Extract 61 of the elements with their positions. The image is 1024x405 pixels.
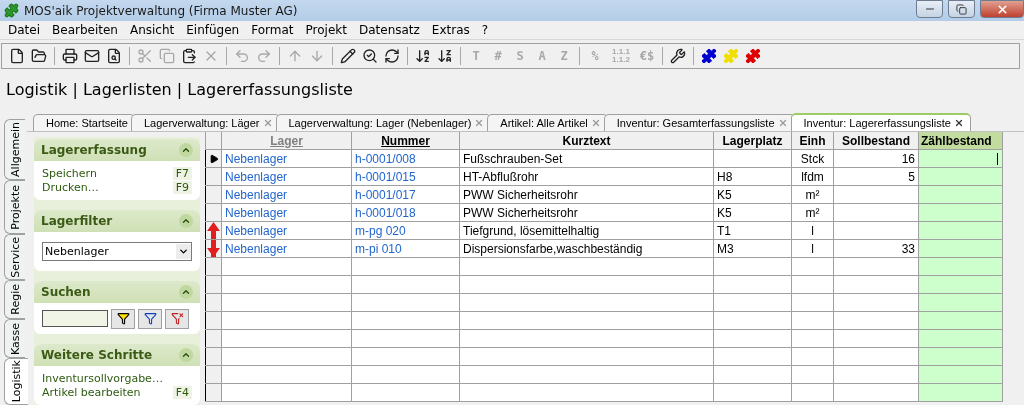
tab-label: Inventur: Lagererfassungsliste — [803, 117, 951, 129]
side-tab[interactable]: Logistik — [4, 358, 28, 405]
action-link[interactable]: Inventursollvorgabe… — [42, 372, 163, 386]
close-icon — [995, 2, 1009, 16]
menu-item[interactable]: Extras — [425, 23, 476, 37]
collapse-icon[interactable] — [179, 284, 193, 299]
filter-list-button[interactable] — [138, 308, 162, 329]
clear-filter-button[interactable] — [165, 308, 189, 329]
shortcut-key: F7 — [172, 167, 192, 180]
menu-item[interactable]: Datei — [2, 23, 46, 37]
collapse-icon[interactable] — [179, 213, 193, 228]
section-title: Lagererfassung — [41, 143, 147, 157]
filter-button[interactable] — [111, 308, 135, 329]
action-link[interactable]: Speichern — [42, 167, 97, 180]
column-header[interactable]: Einh — [791, 132, 834, 150]
side-tab[interactable]: Service — [4, 234, 25, 281]
clear-filter-icon — [170, 312, 184, 325]
column-header[interactable]: Nummer — [351, 132, 460, 150]
menu-item[interactable]: ? — [475, 23, 495, 37]
page-heading: Logistik | Lagerlisten | Lagererfassungsliste — [5, 79, 354, 101]
menu-item[interactable]: Datensatz — [352, 23, 426, 37]
column-header[interactable]: Zählbestand — [918, 132, 1003, 150]
funnel-icon — [116, 312, 130, 325]
close-icon[interactable] — [953, 118, 964, 128]
search-field[interactable] — [42, 310, 108, 327]
section-title: Lagerfilter — [41, 213, 113, 228]
app-icon — [4, 3, 19, 18]
column-header[interactable]: Kurztext — [459, 132, 714, 150]
window-title: MOS'aik Projektverwaltung (Firma Muster AG) — [24, 3, 299, 18]
section-title: Suchen — [41, 284, 91, 299]
column-header[interactable]: Lagerplatz — [713, 132, 792, 150]
menu-item[interactable]: Projekt — [299, 23, 353, 37]
tab-label: Lagerverwaltung: Lager (Nebenlager) — [288, 117, 472, 129]
minimize-button[interactable] — [916, 0, 943, 18]
side-tab[interactable]: Allgemein — [4, 119, 25, 181]
collapse-icon[interactable] — [179, 348, 193, 363]
tab-label: Lagerverwaltung: Läger — [143, 117, 260, 129]
action-link[interactable]: Artikel bearbeiten — [42, 386, 141, 400]
tab-label: Artikel: Alle Artikel — [500, 117, 588, 129]
tab-label: Home: Startseite — [46, 117, 128, 129]
filter-dropdown[interactable]: Nebenlager — [42, 241, 192, 261]
shortcut-key: F4 — [172, 386, 192, 400]
shortcut-key: F9 — [172, 181, 192, 194]
close-button[interactable] — [980, 0, 1024, 18]
column-header[interactable]: Sollbestand — [833, 132, 919, 150]
restore-icon — [956, 3, 967, 15]
menu-item[interactable]: Ansicht — [123, 23, 181, 37]
menu-item[interactable]: Bearbeiten — [46, 23, 124, 37]
column-header[interactable]: Lager — [221, 132, 352, 150]
collapse-icon[interactable] — [179, 143, 193, 157]
side-tab[interactable]: Regie — [4, 280, 25, 320]
section-title: Weitere Schritte — [41, 348, 153, 363]
document-tab[interactable]: Inventur: Lagererfassungsliste — [790, 113, 971, 131]
menu-item[interactable]: Einfügen — [180, 23, 246, 37]
side-tab[interactable]: Projekte — [4, 180, 25, 235]
action-link[interactable]: Drucken… — [42, 181, 99, 194]
menu-item[interactable]: Format — [245, 23, 300, 37]
funnel-icon — [143, 312, 157, 325]
tab-label: Inventur: Gesamterfassungsliste — [616, 117, 775, 129]
restore-button[interactable] — [948, 0, 975, 18]
side-tab[interactable]: Kasse — [4, 319, 25, 359]
